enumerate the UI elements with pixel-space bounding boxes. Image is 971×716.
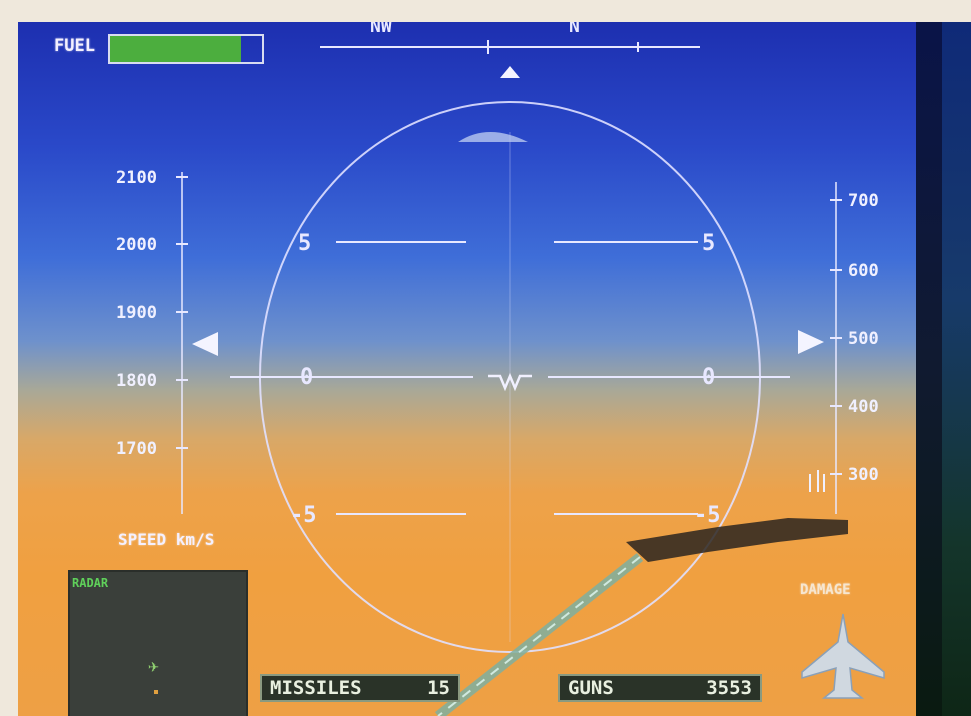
speed-unit-label: SPEED km/S: [118, 530, 215, 549]
damage-label: DAMAGE: [800, 582, 851, 598]
altitude-tick-label: 300: [848, 465, 879, 485]
altitude-tick-label: 700: [848, 191, 879, 211]
side-gauge-strip: [916, 22, 971, 716]
speed-pointer-icon: [192, 332, 218, 356]
pitch-label-center-left: 0: [300, 365, 313, 390]
speed-tick-label: 1800: [116, 371, 157, 391]
heading-label-n: N: [569, 22, 580, 37]
game-viewport: NW N 5 5 0 0 -5 -5 2100 2000 1900 1800 1…: [18, 22, 916, 716]
radar-player-plane-icon: ✈: [148, 656, 159, 677]
speed-tick-label: 2100: [116, 168, 157, 188]
pitch-label-center-right: 0: [702, 365, 715, 390]
altitude-tick-label: 400: [848, 397, 879, 417]
heading-label-nw: NW: [370, 22, 392, 37]
altitude-pointer-icon: [798, 330, 824, 354]
radar-contact-dot: [154, 690, 158, 694]
ground-object: [626, 518, 848, 562]
heading-caret-icon: [500, 66, 520, 78]
side-gauge-bar: [916, 22, 942, 716]
fuel-gauge-fill: [110, 36, 241, 62]
speed-tick-label: 2000: [116, 235, 157, 255]
speed-tick-label: 1700: [116, 439, 157, 459]
damage-aircraft-icon: [801, 613, 885, 699]
pitch-label-lower-right: -5: [694, 503, 721, 528]
radar-panel: RADAR ✈: [68, 570, 248, 716]
altitude-tick-label: 600: [848, 261, 879, 281]
fuel-gauge: [108, 34, 264, 64]
radar-label: RADAR: [72, 576, 109, 590]
speed-tick-label: 1900: [116, 303, 157, 323]
fuel-label: FUEL: [54, 36, 95, 56]
cloud-marker-icon: [458, 132, 528, 142]
altitude-tick-label: 500: [848, 329, 879, 349]
pitch-label-lower-left: -5: [290, 503, 317, 528]
guns-label: GUNS: [568, 677, 614, 699]
missiles-label: MISSILES: [270, 677, 362, 699]
altitude-marker-icon: [809, 470, 825, 492]
missiles-counter: MISSILES 15: [260, 674, 460, 702]
pitch-label-upper-left: 5: [298, 231, 311, 256]
guns-count: 3553: [706, 677, 752, 699]
guns-counter: GUNS 3553: [558, 674, 762, 702]
missiles-count: 15: [427, 677, 450, 699]
pitch-label-upper-right: 5: [702, 231, 715, 256]
